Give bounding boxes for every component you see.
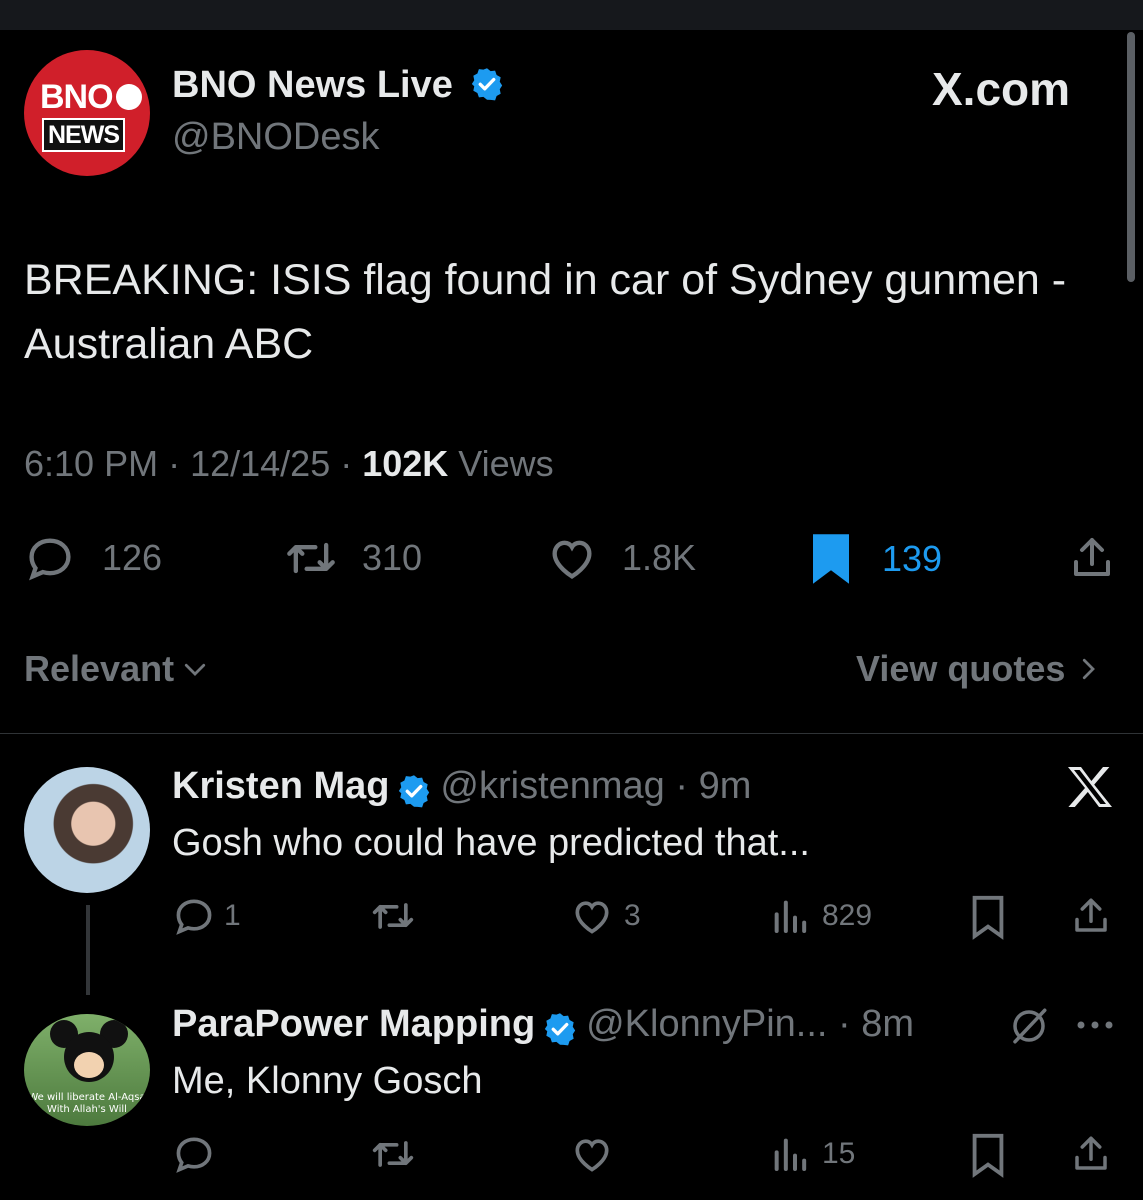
meta-separator: · [158,443,191,484]
share-icon [1075,898,1107,932]
meta-separator: · [827,1003,862,1045]
like-icon [575,901,609,934]
sort-dropdown[interactable]: Relevant [24,648,210,690]
reply-share-button[interactable] [1070,894,1112,938]
chevron-down-icon [184,663,206,676]
like-count: 1.8K [622,537,697,578]
reply-text: Gosh who could have predicted that... [172,822,810,864]
bookmark-icon [972,1133,1004,1178]
author-handle[interactable]: @BNODesk [172,116,380,159]
bookmark-count: 139 [882,538,943,579]
avatar-caption: We will liberate Al-Aqsa With Allah's Wi… [28,1092,146,1115]
reply-views-button[interactable]: 829 [770,894,872,938]
reply-age[interactable]: 8m [861,1003,914,1045]
meta-separator: · [664,765,699,807]
reply-views-button[interactable]: 15 [770,1132,855,1176]
repost-icon [287,542,335,574]
reply-share-button[interactable] [1070,1132,1112,1176]
reply-bookmark-button[interactable] [968,1132,1008,1178]
chevron-right-icon [1083,658,1096,680]
repost-icon [372,1141,414,1167]
share-icon [1075,1136,1107,1170]
kristen-avatar[interactable] [24,767,150,893]
bookmark-icon [813,534,849,584]
author-name-row[interactable]: BNO News Live [172,64,505,107]
repost-count: 310 [362,537,423,578]
reply-text: Me, Klonny Gosch [172,1060,483,1102]
verified-badge-icon [472,68,503,101]
views-icon [774,900,807,933]
reply-icon [176,899,212,935]
thread-line [86,905,90,995]
bookmark-icon [972,895,1004,940]
bno-avatar[interactable]: BNO NEWS [24,50,150,176]
meta-separator: · [330,443,363,484]
post-meta: 6:10 PM · 12/14/25 · 102K Views [24,443,554,485]
reply-bookmark-button[interactable] [968,894,1008,940]
reply-count: 1 [224,899,241,932]
view-quotes-link[interactable]: View quotes [856,648,1103,690]
share-button[interactable] [1068,532,1116,584]
more-options-icon[interactable] [1074,1012,1116,1038]
bno-logo-news: NEWS [42,118,125,152]
avatar-character-face [74,1052,104,1078]
repost-icon [372,903,414,929]
reply-author-name[interactable]: ParaPower Mapping [172,1003,535,1045]
views-icon [774,1138,807,1171]
brand-label: X.com [932,63,1071,115]
scrollbar[interactable] [1127,32,1135,282]
views-count: 102K [362,443,449,484]
reply-button[interactable]: 126 [24,532,162,584]
like-count: 3 [624,899,641,932]
globe-icon [116,84,142,110]
reply-like-button[interactable]: 3 [570,894,641,938]
divider [0,733,1143,734]
bno-logo-text: BNO [40,78,114,116]
verified-badge-icon [544,1013,575,1046]
reply-icon [176,1137,212,1173]
views-count: 15 [822,1137,856,1170]
author-name[interactable]: BNO News Live [172,64,453,106]
sort-label: Relevant [24,648,175,689]
views-label: Views [458,443,554,484]
status-bar [0,0,1143,30]
reply-repost-button[interactable] [368,894,418,938]
like-icon [575,1139,609,1172]
reply-like-button[interactable] [570,1132,614,1176]
reply-age[interactable]: 9m [699,765,752,807]
reply-author-handle[interactable]: @kristenmag [440,765,664,807]
like-icon [552,540,592,579]
repost-button[interactable]: 310 [282,532,422,584]
bookmark-button[interactable]: 139 [808,532,942,586]
x-logo-icon[interactable] [1066,765,1114,809]
views-count: 829 [822,899,873,932]
post-date[interactable]: 12/14/25 [190,443,330,484]
view-quotes-label: View quotes [856,648,1066,689]
parapower-avatar[interactable]: We will liberate Al-Aqsa With Allah's Wi… [24,1014,150,1126]
reply-author-handle[interactable]: @KlonnyPin... [586,1003,827,1045]
post-text: BREAKING: ISIS flag found in car of Sydn… [24,256,1067,368]
reply-repost-button[interactable] [368,1132,418,1176]
reply-author-name[interactable]: Kristen Mag [172,765,389,807]
reply-reply-button[interactable]: 1 [172,894,241,938]
like-button[interactable]: 1.8K [546,532,696,584]
share-icon [1074,538,1110,576]
reply-reply-button[interactable] [172,1132,216,1176]
reply-header: Kristen Mag @kristenmag · 9m [172,765,751,809]
reply-icon [29,538,71,581]
post-time[interactable]: 6:10 PM [24,443,158,484]
grok-icon[interactable] [1008,1004,1050,1048]
reply-header: ParaPower Mapping @KlonnyPin... · 8m [172,1003,914,1047]
reply-count: 126 [102,537,163,578]
verified-badge-icon [398,775,430,808]
